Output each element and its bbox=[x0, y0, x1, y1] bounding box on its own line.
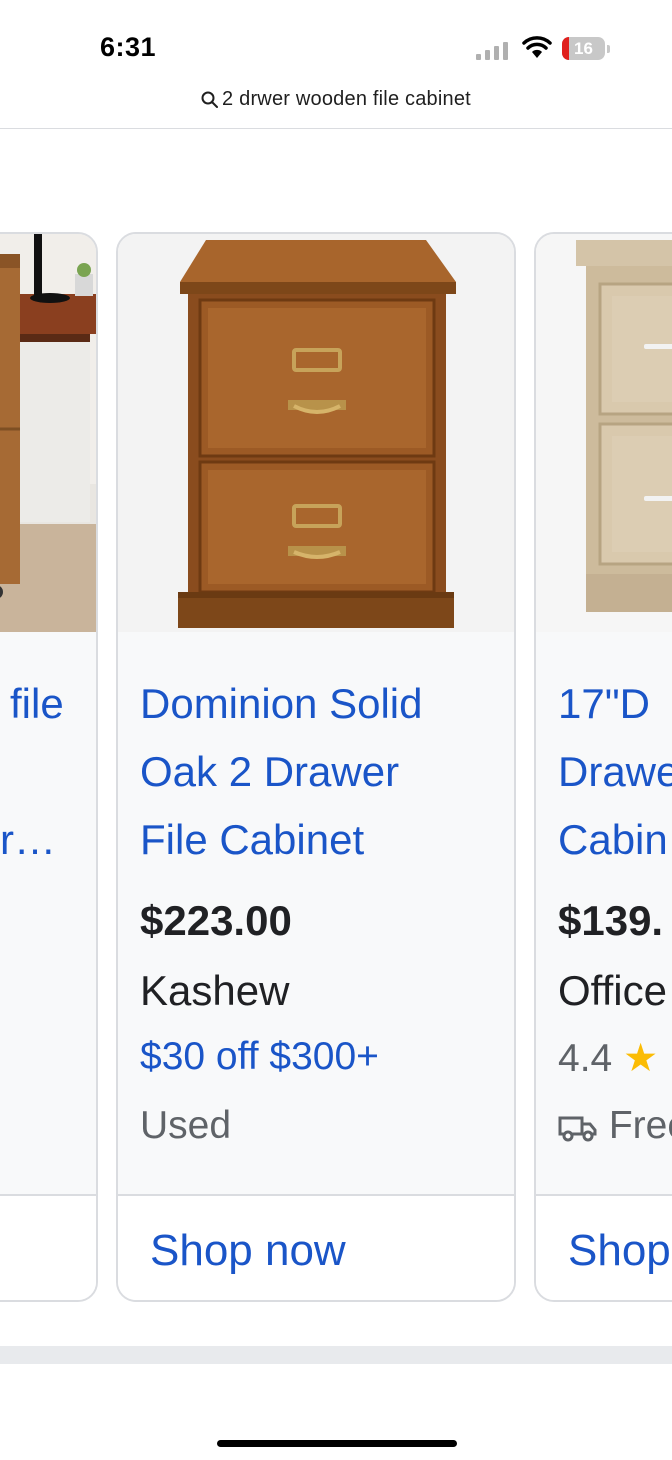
product-image[interactable] bbox=[118, 234, 514, 632]
card-footer bbox=[0, 1194, 96, 1300]
product-title-line: Cabin bbox=[558, 816, 668, 863]
truck-icon bbox=[558, 1116, 597, 1142]
section-divider bbox=[0, 1346, 672, 1364]
promo-offer[interactable]: $30 off $300+ bbox=[140, 1035, 379, 1079]
product-card[interactable]: 17"D Drawe Cabin $139. Office 4.4 ★ Free bbox=[534, 232, 672, 1302]
product-title-line: Dominion Solid bbox=[140, 680, 423, 727]
product-image[interactable] bbox=[0, 234, 96, 632]
merchant-name: Office bbox=[558, 967, 667, 1014]
product-title-line: 17"D bbox=[558, 680, 650, 727]
card-footer: Shop now bbox=[118, 1194, 514, 1300]
shop-now-button[interactable]: Shop now bbox=[150, 1226, 346, 1276]
battery-level: 16 bbox=[574, 39, 593, 58]
product-info: 17"D Drawe Cabin $139. Office 4.4 ★ Free bbox=[536, 632, 672, 1194]
shipping-text: Free bbox=[608, 1104, 672, 1147]
product-info: Dominion Solid Oak 2 Drawer File Cabinet… bbox=[118, 632, 514, 1194]
product-rating: 4.4 ★ bbox=[558, 1036, 658, 1081]
product-image[interactable] bbox=[536, 234, 672, 632]
product-carousel[interactable]: file r… Dominion Solid Oak 2 Drawer File… bbox=[0, 230, 672, 1305]
product-title-line: File Cabinet bbox=[140, 816, 365, 863]
product-title-fragment[interactable]: r… bbox=[0, 806, 56, 874]
product-title-fragment[interactable]: file bbox=[10, 670, 64, 738]
battery-icon: 16 bbox=[562, 37, 610, 60]
wifi-icon bbox=[522, 36, 552, 58]
search-query-text: 2 drwer wooden file cabinet bbox=[222, 88, 471, 110]
home-indicator[interactable] bbox=[217, 1440, 457, 1447]
status-bar: 6:31 16 bbox=[0, 0, 672, 90]
clock-time: 6:31 bbox=[100, 32, 157, 62]
shop-now-button[interactable]: Shop bbox=[568, 1226, 671, 1276]
product-card[interactable]: Dominion Solid Oak 2 Drawer File Cabinet… bbox=[116, 232, 516, 1302]
product-title[interactable]: Dominion Solid Oak 2 Drawer File Cabinet bbox=[140, 670, 500, 874]
product-info: file r… bbox=[0, 632, 96, 1194]
product-title[interactable]: 17"D Drawe Cabin bbox=[558, 670, 672, 874]
search-query-bar[interactable]: 2 drwer wooden file cabinet bbox=[0, 88, 672, 118]
star-icon: ★ bbox=[623, 1037, 659, 1080]
card-footer: Shop bbox=[536, 1194, 672, 1300]
shipping-info: Free bbox=[558, 1104, 672, 1148]
merchant-name: Kashew bbox=[140, 967, 290, 1014]
product-price: $223.00 bbox=[140, 897, 292, 944]
product-condition: Used bbox=[140, 1104, 232, 1147]
search-icon bbox=[201, 91, 219, 108]
product-card[interactable]: file r… bbox=[0, 232, 98, 1302]
rating-value: 4.4 bbox=[558, 1037, 613, 1080]
cellular-signal-icon bbox=[476, 42, 508, 60]
product-title-line: Oak 2 Drawer bbox=[140, 748, 400, 795]
product-title-line: Drawe bbox=[558, 748, 672, 795]
header-divider bbox=[0, 128, 672, 129]
product-price: $139. bbox=[558, 897, 664, 944]
